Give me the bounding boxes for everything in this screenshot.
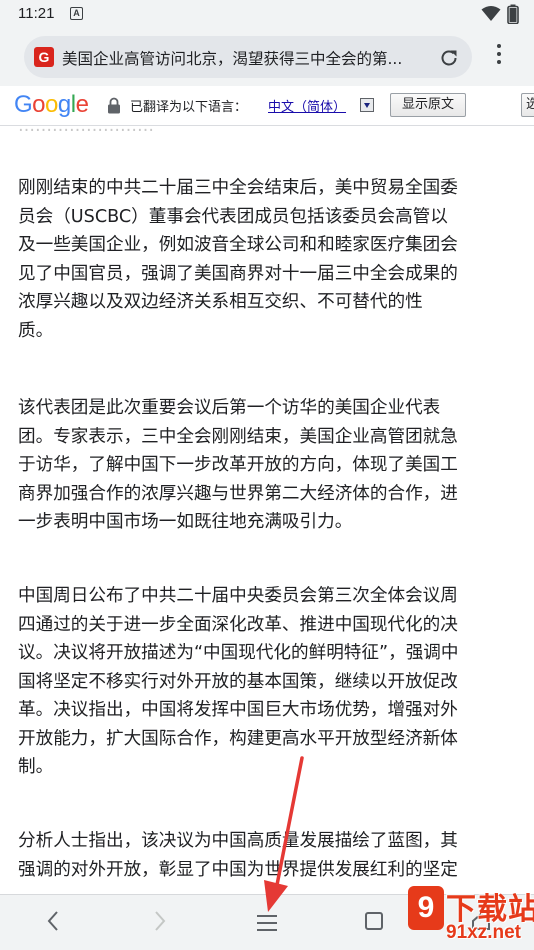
status-bar: 11:21 A	[0, 0, 534, 28]
page-title-url[interactable]: 美国企业高管访问北京，渴望获得三中全会的第...	[62, 47, 422, 69]
watermark-url: 91xz.net	[446, 922, 521, 943]
tab-switcher-icon[interactable]	[364, 911, 384, 931]
battery-icon	[507, 4, 519, 24]
article-content: …………………… 刚刚结束的中共二十届三中全会结束后，美中贸易全国委 员会（USC…	[0, 126, 534, 896]
lock-icon	[108, 97, 120, 114]
paragraph-1: 刚刚结束的中共二十届三中全会结束后，美中贸易全国委 员会（USCBC）董事会代表团…	[18, 178, 458, 341]
site-favicon-icon: G	[34, 47, 54, 67]
translate-status-text: 已翻译为以下语言：	[130, 100, 248, 115]
more-vert-icon[interactable]	[492, 42, 506, 72]
wifi-icon	[481, 6, 501, 21]
paragraph-4: 分析人士指出，该决议为中国高质量发展描绘了蓝图，其 强调的对外开放，彰显了中国为世…	[18, 831, 458, 880]
browser-toolbar: G 美国企业高管访问北京，渴望获得三中全会的第...	[0, 28, 534, 86]
hamburger-menu-icon[interactable]	[256, 913, 278, 933]
paragraph-3: 中国周日公布了中共二十届中央委员会第三次全体会议周 四通过的关于进一步全面深化改革…	[18, 586, 459, 777]
language-dropdown-icon[interactable]	[360, 98, 374, 112]
chevron-right-icon[interactable]	[151, 909, 169, 933]
translate-options-button[interactable]: 选	[521, 93, 534, 117]
address-bar[interactable]: G 美国企业高管访问北京，渴望获得三中全会的第...	[24, 36, 472, 78]
target-language-link[interactable]: 中文（简体）	[268, 96, 346, 115]
chevron-left-icon[interactable]	[44, 909, 62, 933]
translate-bar: Google 已翻译为以下语言： 中文（简体） 显示原文 选	[0, 86, 534, 126]
cut-off-line: ……………………	[18, 126, 154, 136]
watermark-badge: 9	[408, 886, 444, 930]
google-logo: Google	[14, 91, 89, 118]
watermark-logo: 9 下载站 91xz.net	[408, 884, 534, 950]
status-time: 11:21	[18, 5, 55, 22]
show-original-button[interactable]: 显示原文	[390, 93, 466, 117]
reload-icon[interactable]	[438, 47, 460, 69]
notification-icon: A	[70, 7, 83, 20]
paragraph-2: 该代表团是此次重要会议后第一个访华的美国企业代表 团。专家表示，三中全会刚刚结束，…	[18, 398, 458, 532]
